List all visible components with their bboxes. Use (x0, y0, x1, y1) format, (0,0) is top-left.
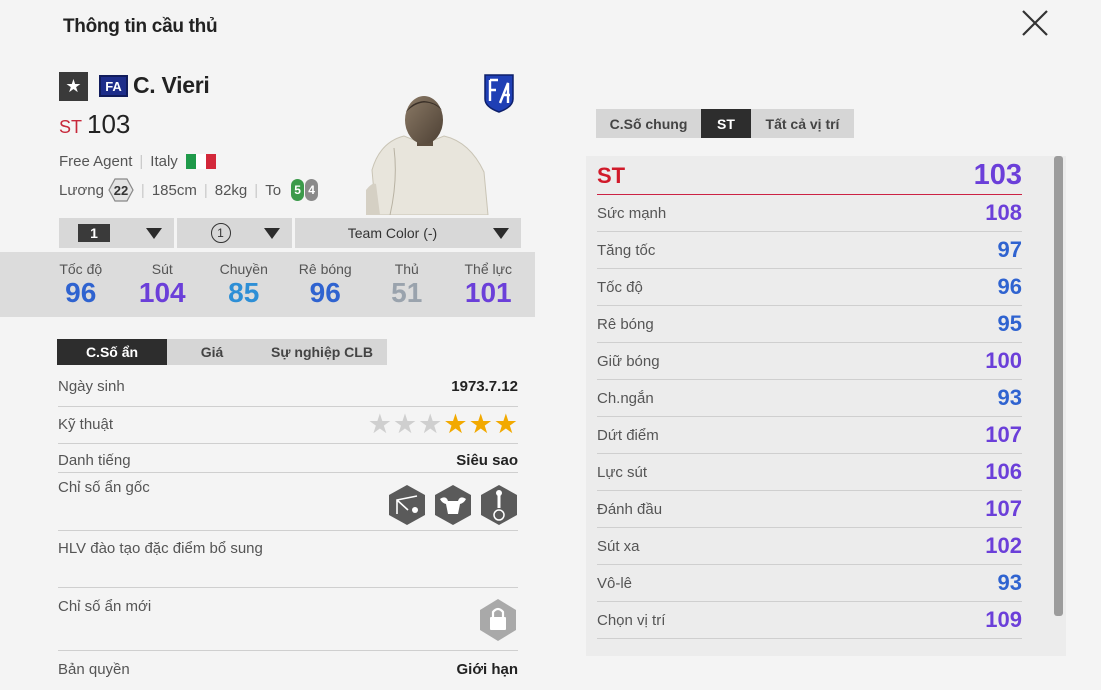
tab-general-stats[interactable]: C.Số chung (596, 109, 701, 138)
list-item: HLV đào tạo đặc điểm bổ sung (58, 531, 518, 588)
list-item: Danh tiếng Siêu sao (58, 444, 518, 473)
main-stat: Thủ 51 (391, 261, 423, 308)
position-overall-row: ST 103 (597, 157, 1022, 195)
nation-name: Italy (150, 153, 178, 170)
stat-row: Ch.ngắn 93 (597, 380, 1022, 417)
main-stat: Rê bóng 96 (298, 261, 352, 308)
weight-value: 82kg (214, 181, 248, 199)
tab-price[interactable]: Giá (167, 339, 257, 365)
tab-hidden-stats[interactable]: C.Số ẩn (57, 339, 167, 365)
lock-icon (480, 599, 516, 641)
scrollbar[interactable] (1054, 156, 1063, 616)
player-portrait (366, 96, 489, 215)
stat-row: Tốc độ 96 (597, 269, 1022, 306)
stat-row: Rê bóng 95 (597, 306, 1022, 343)
stat-row: Đánh đầu 107 (597, 491, 1022, 528)
body-type: To (265, 181, 282, 199)
feet-icon: 5 4 (291, 179, 319, 201)
detail-tabs: C.Số ẩn Giá Sự nghiệp CLB (57, 339, 387, 365)
main-stat: Thể lực 101 (464, 261, 513, 308)
physical-row: Lương 22 | 185cm | 82kg | To 5 4 (59, 178, 319, 202)
chevron-down-icon (493, 227, 509, 239)
level-value: 1 (78, 224, 110, 242)
list-item: Bản quyền Giới hạn (58, 661, 518, 678)
wage-label: Lương (59, 181, 104, 199)
list-item: Chỉ số ẩn mới (58, 588, 518, 651)
tab-st[interactable]: ST (701, 109, 751, 138)
stat-row: Sức mạnh 108 (597, 195, 1022, 232)
main-stat: Chuyền 85 (219, 261, 268, 308)
detail-list: Ngày sinh 1973.7.12 Kỹ thuật ★ ★ ★ ★ ★ ★ Danh… (58, 369, 518, 685)
close-icon[interactable] (1018, 6, 1052, 40)
finesse-shot-trait-icon[interactable] (388, 484, 426, 526)
chevron-down-icon (264, 227, 280, 239)
star-empty-icon: ★ (418, 409, 443, 439)
divider: | (139, 153, 144, 170)
star-filled-icon: ★ (468, 409, 493, 439)
team-color-value: Team Color (-) (347, 225, 438, 241)
main-stat: Tốc độ 96 (59, 261, 103, 308)
list-item: Kỹ thuật ★ ★ ★ ★ ★ ★ (58, 407, 518, 444)
position-stats-list: ST 103 Sức mạnh 108 Tăng tốc 97 Tốc độ 96 Rê bón… (597, 157, 1022, 639)
right-foot-value: 5 (291, 179, 305, 201)
stat-row: Sút xa 102 (597, 528, 1022, 565)
player-name: C. Vieri (133, 72, 210, 98)
season-badge: FA (99, 75, 128, 97)
overall-value: 103 (87, 109, 131, 139)
team-color-level-value: 1 (210, 223, 231, 243)
italy-flag-icon (185, 154, 216, 169)
divider: | (254, 181, 259, 199)
position-overall: ST 103 (59, 109, 130, 140)
skill-stars: ★ ★ ★ ★ ★ ★ (368, 411, 518, 443)
main-stat: Sút 104 (138, 261, 186, 308)
team-name: Free Agent (59, 153, 133, 170)
star-empty-icon: ★ (392, 409, 418, 439)
team-color-level-dropdown[interactable]: 1 (177, 218, 292, 248)
divider: | (203, 181, 208, 199)
divider: | (140, 181, 145, 199)
stat-row: Tăng tốc 97 (597, 232, 1022, 269)
position-label: ST (59, 117, 83, 137)
favorite-star-icon[interactable]: ★ (59, 72, 88, 101)
level-dropdown[interactable]: 1 (59, 218, 174, 248)
list-item: Ngày sinh 1973.7.12 (58, 369, 518, 407)
left-foot-value: 4 (305, 179, 319, 201)
main-stats-bar: Tốc độ 96 Sút 104 Chuyền 85 Rê bóng 96 Thủ 51… (0, 252, 535, 317)
stat-row: Giữ bóng 100 (597, 343, 1022, 380)
height-value: 185cm (151, 181, 197, 199)
bull-power-trait-icon[interactable] (434, 484, 472, 526)
star-empty-icon: ★ (367, 409, 392, 439)
team-nation-row: Free Agent | Italy (59, 153, 216, 170)
stat-row: Chọn vị trí 109 (597, 602, 1022, 639)
list-item: Chỉ số ẩn gốc (58, 473, 518, 531)
stat-row: Lực sút 106 (597, 454, 1022, 491)
team-color-dropdown[interactable]: Team Color (-) (295, 218, 521, 248)
club-badge-icon (484, 74, 514, 113)
wage-hex-icon: 22 (108, 178, 134, 202)
tab-club-career[interactable]: Sự nghiệp CLB (257, 339, 387, 365)
star-filled-icon: ★ (443, 409, 468, 439)
header-trait-icon[interactable] (480, 484, 518, 526)
tab-all-positions[interactable]: Tất cả vị trí (751, 109, 854, 138)
chevron-down-icon (146, 227, 162, 239)
page-title: Thông tin cầu thủ (63, 16, 218, 37)
star-filled-icon: ★ (493, 409, 518, 439)
stat-row: Dứt điểm 107 (597, 417, 1022, 454)
stat-row: Vô-lê 93 (597, 565, 1022, 602)
svg-text:22: 22 (114, 183, 128, 198)
position-tabs: C.Số chung ST Tất cả vị trí (596, 109, 854, 138)
trait-icons (388, 484, 518, 530)
upgrade-selectors: 1 1 Team Color (-) (59, 218, 521, 248)
